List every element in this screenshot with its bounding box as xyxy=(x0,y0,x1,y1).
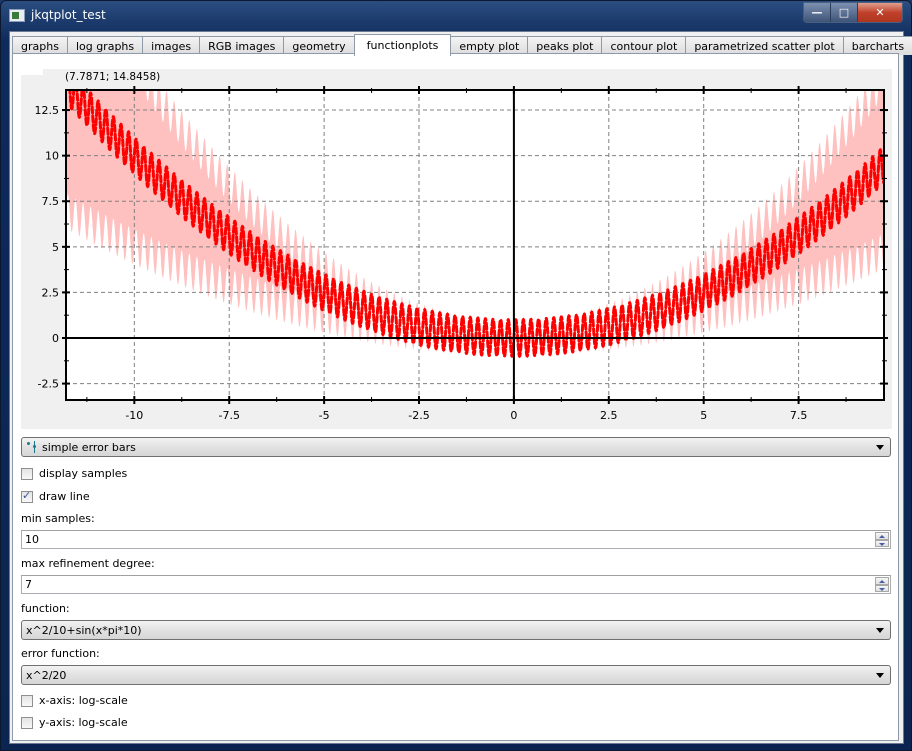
x-tick-label: -10 xyxy=(125,409,143,422)
y-tick-label: 2.5 xyxy=(42,286,60,299)
minimize-button[interactable]: — xyxy=(804,3,831,22)
chevron-down-icon xyxy=(876,628,884,633)
x-tick-label: -7.5 xyxy=(218,409,239,422)
max-refinement-spinbox[interactable]: 7 xyxy=(21,575,891,594)
min-samples-spinbox[interactable]: 10 xyxy=(21,530,891,549)
function-combobox[interactable]: x^2/10+sin(x*pi*10) xyxy=(21,620,891,640)
checkbox-box[interactable] xyxy=(21,467,33,480)
display-samples-checkbox[interactable]: display samples xyxy=(21,467,127,480)
maximize-button[interactable]: □ xyxy=(831,3,858,22)
checkbox-box[interactable] xyxy=(21,716,33,729)
spin-down-arrow-icon[interactable] xyxy=(875,584,889,592)
min-samples-label: min samples: xyxy=(21,512,95,525)
client-area: graphs log graphs images RGB images geometry… xyxy=(9,31,912,744)
minimize-icon: — xyxy=(811,6,823,19)
y-axis-log-checkbox[interactable]: y-axis: log-scale xyxy=(21,716,128,729)
y-tick-label: -2.5 xyxy=(38,378,59,391)
max-refinement-value[interactable]: 7 xyxy=(22,578,32,591)
maximize-icon: □ xyxy=(838,6,850,19)
x-tick-label: 0 xyxy=(510,409,517,422)
plot-widget[interactable]: (7.7871; 14.8458) -10 -7.5 -5 -2.5 0 2.5 5 7.5-… xyxy=(21,69,892,429)
checkbox-box[interactable] xyxy=(21,489,33,503)
tab-bar: graphs log graphs images RGB images geometry… xyxy=(12,34,912,56)
x-tick-label: 7.5 xyxy=(790,409,808,422)
title-bar[interactable]: jkqtplot_test — □ ✕ xyxy=(1,1,911,31)
error-function-value[interactable]: x^2/20 xyxy=(22,669,66,682)
tab-page-functionplots: (7.7871; 14.8458) -10 -7.5 -5 -2.5 0 2.5 5 7.5-… xyxy=(12,53,899,741)
y-axis-log-label: y-axis: log-scale xyxy=(39,716,128,729)
x-axis-log-label: x-axis: log-scale xyxy=(39,694,128,707)
max-refinement-label: max refinement degree: xyxy=(21,557,155,570)
spin-up-arrow-icon[interactable] xyxy=(875,532,889,540)
chevron-down-icon xyxy=(876,445,884,450)
min-samples-value[interactable]: 10 xyxy=(22,533,39,546)
y-tick-label: 0 xyxy=(52,332,59,345)
x-axis-log-checkbox[interactable]: x-axis: log-scale xyxy=(21,694,128,707)
close-button[interactable]: ✕ xyxy=(858,3,902,22)
spin-down-arrow-icon[interactable] xyxy=(875,539,889,547)
error-function-combobox[interactable]: x^2/20 xyxy=(21,665,891,685)
x-tick-label: -2.5 xyxy=(408,409,429,422)
window-title: jkqtplot_test xyxy=(31,8,106,22)
x-tick-label: -5 xyxy=(319,409,330,422)
y-tick-label: 5 xyxy=(52,241,59,254)
draw-line-label: draw line xyxy=(39,490,90,503)
chevron-down-icon xyxy=(876,673,884,678)
draw-line-checkbox[interactable]: draw line xyxy=(21,489,90,503)
x-tick-label: 2.5 xyxy=(600,409,618,422)
app-window: jkqtplot_test — □ ✕ graphs log graphs imag… xyxy=(0,0,912,751)
app-icon xyxy=(9,9,25,22)
error-style-combobox[interactable]: simple error bars xyxy=(21,437,891,457)
function-value[interactable]: x^2/10+sin(x*pi*10) xyxy=(22,624,142,637)
error-style-value: simple error bars xyxy=(42,440,136,454)
close-icon: ✕ xyxy=(875,6,885,19)
error-function-label: error function: xyxy=(21,647,100,660)
function-label: function: xyxy=(21,602,70,615)
tab-functionplots[interactable]: functionplots xyxy=(353,34,452,56)
function-plot-chart[interactable]: -10 -7.5 -5 -2.5 0 2.5 5 7.5 -2.5 0 2.5 5 7.5 10 12.5 xyxy=(21,69,892,429)
y-tick-label: 12.5 xyxy=(35,104,60,117)
checkbox-box[interactable] xyxy=(21,694,33,707)
y-tick-label: 10 xyxy=(45,150,59,163)
window-controls: — □ ✕ xyxy=(803,2,903,23)
error-bars-icon xyxy=(26,441,40,453)
display-samples-label: display samples xyxy=(39,467,128,480)
y-tick-label: 7.5 xyxy=(42,195,60,208)
spin-up-arrow-icon[interactable] xyxy=(875,577,889,585)
x-tick-label: 5 xyxy=(700,409,707,422)
